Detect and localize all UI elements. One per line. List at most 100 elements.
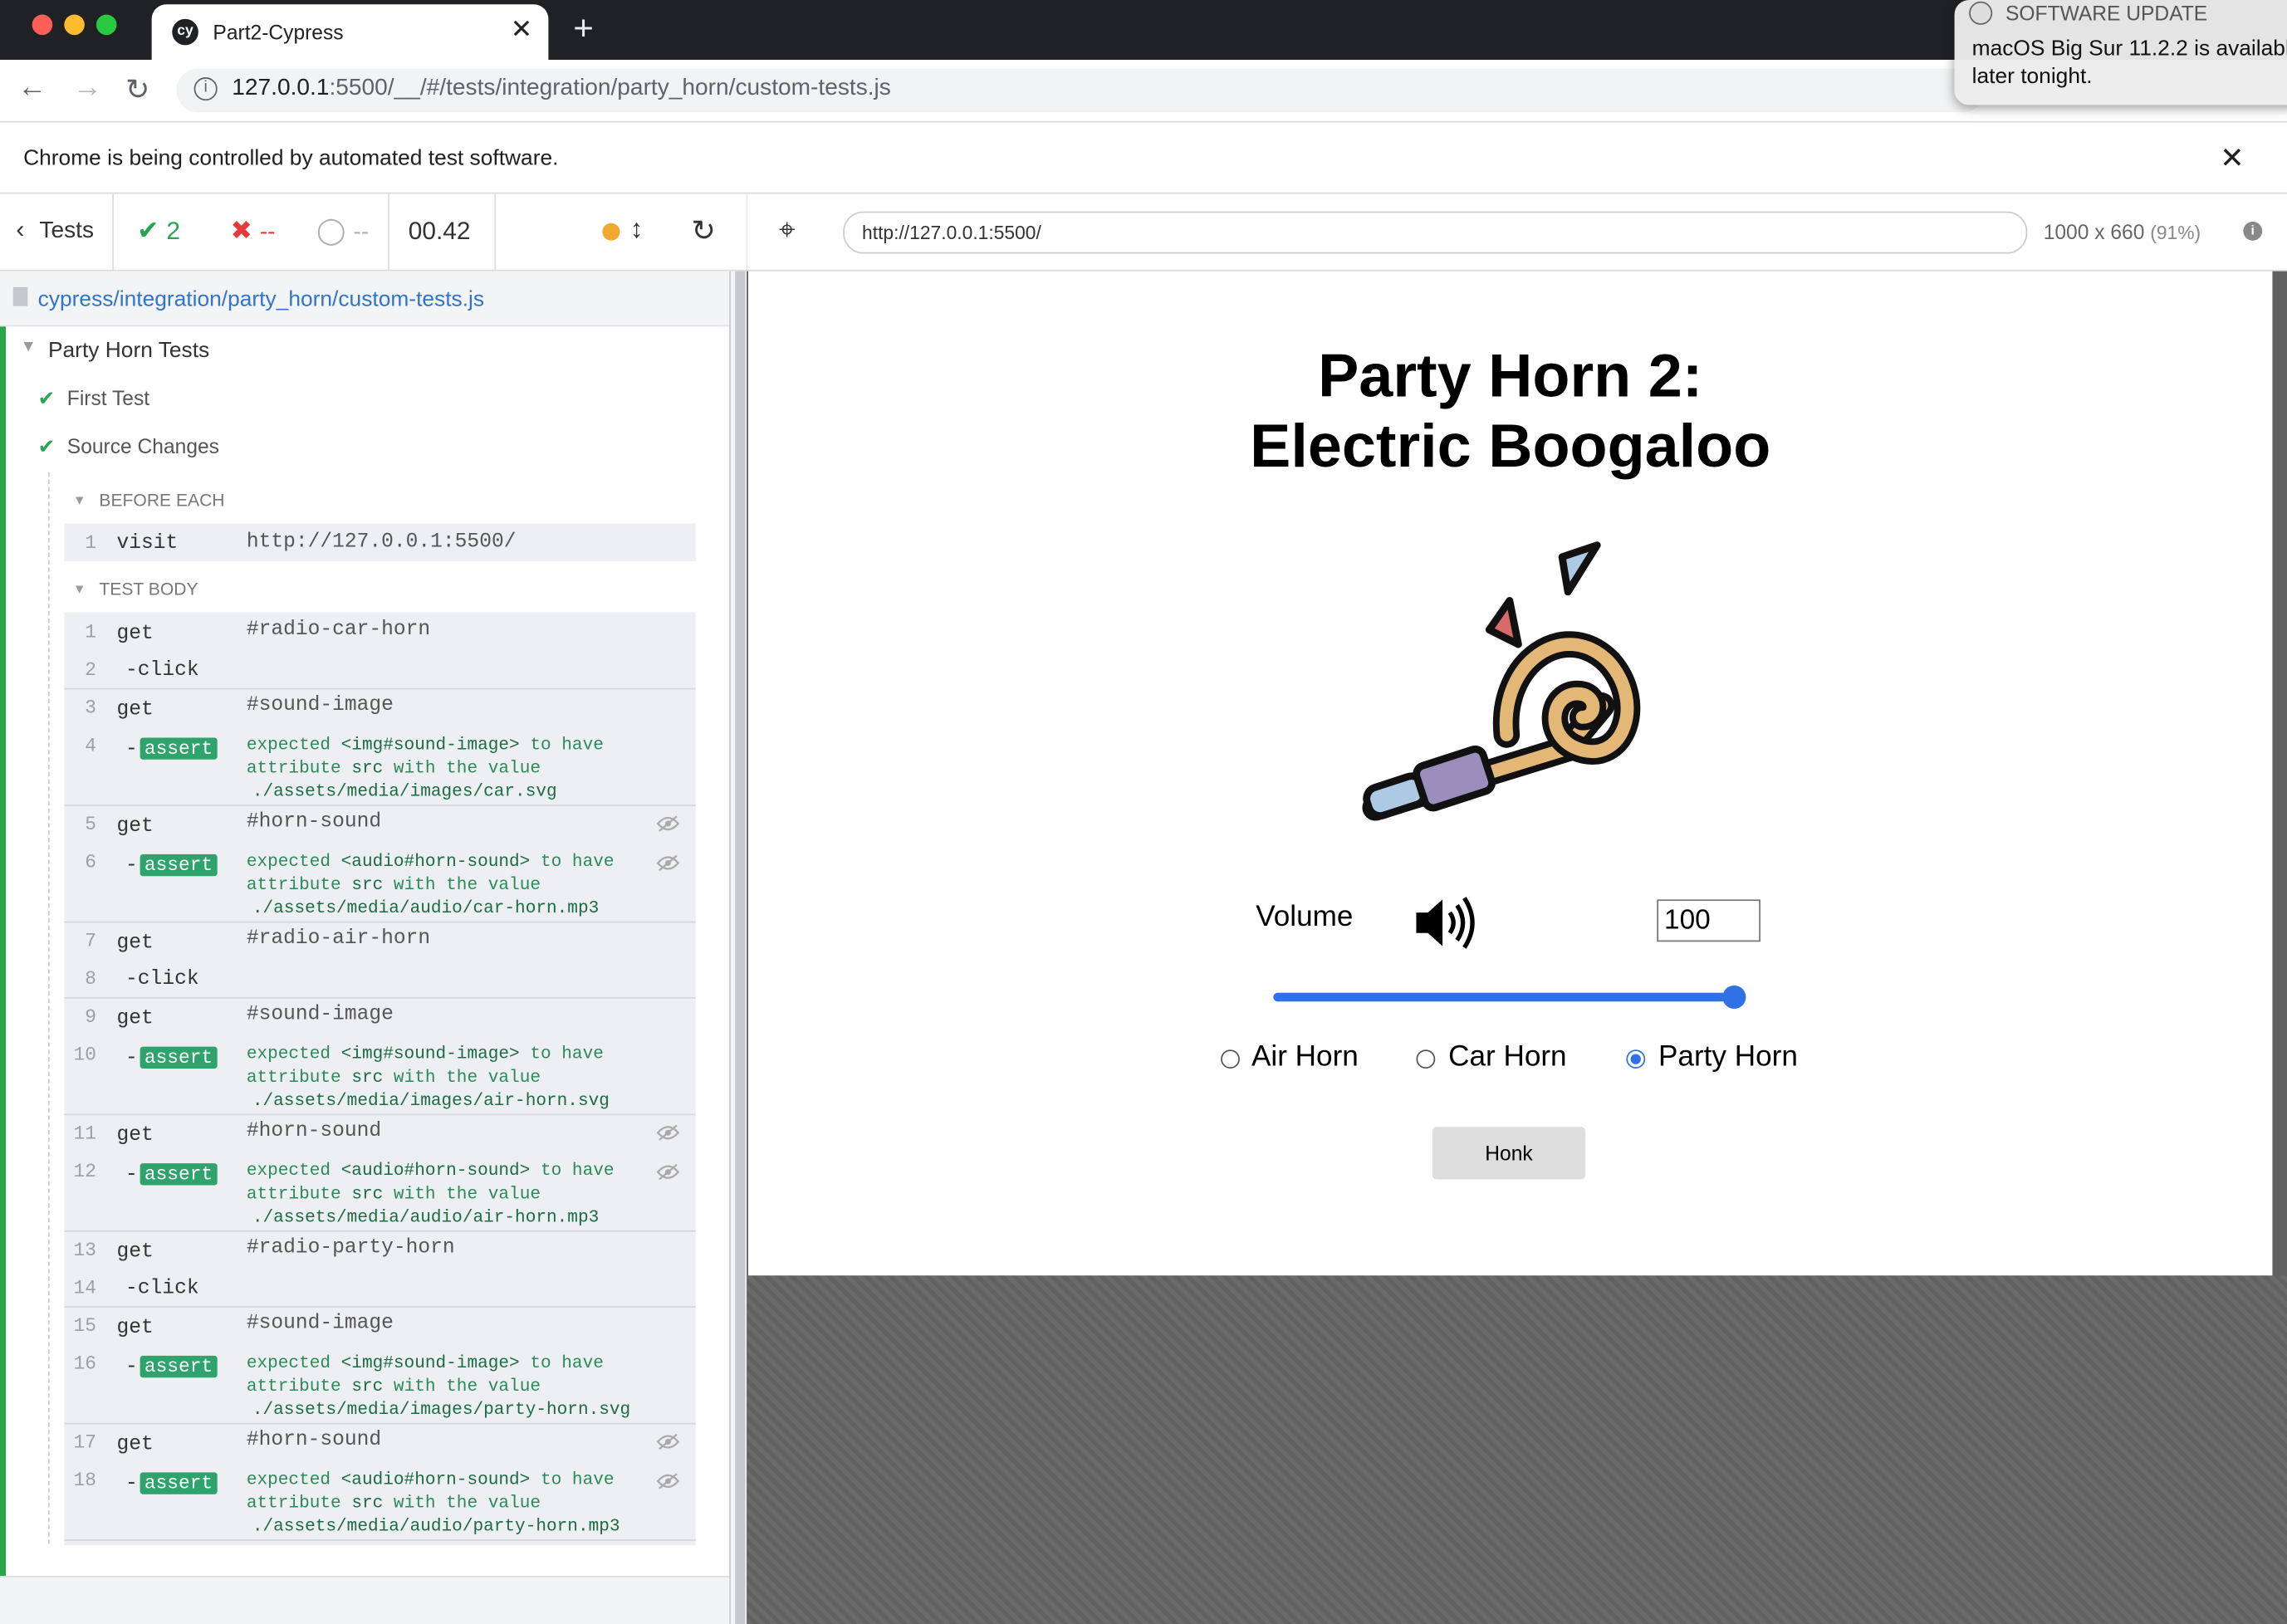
command-row[interactable]: 14 -click xyxy=(64,1269,696,1307)
back-icon[interactable]: ← xyxy=(17,71,47,105)
command-row[interactable]: 15 get #sound-image xyxy=(64,1306,696,1344)
command-row[interactable]: 9 get #sound-image xyxy=(64,997,696,1035)
spec-file-header: cypress/integration/party_horn/custom-te… xyxy=(0,271,730,327)
caret-down-icon[interactable]: ▼ xyxy=(21,338,37,355)
command-number: 12 xyxy=(73,1160,96,1182)
zoom-window-button[interactable] xyxy=(95,14,117,36)
spec-file-link[interactable]: cypress/integration/party_horn/custom-te… xyxy=(38,287,484,312)
auto-scroll-icon[interactable]: ↕ xyxy=(630,214,644,245)
radio-party-horn[interactable] xyxy=(1626,1049,1646,1069)
site-info-icon[interactable]: i xyxy=(193,77,218,101)
assert-value: ./assets/media/images/air-horn.svg xyxy=(252,1090,610,1111)
test-tree-line xyxy=(47,472,50,1544)
assert-badge: assert xyxy=(140,854,218,877)
assert-command-row[interactable]: 12 - assert expected <audio#horn-sound> to … xyxy=(64,1152,696,1230)
command-number: 6 xyxy=(85,851,96,873)
command-row[interactable]: 11 get #horn-sound xyxy=(64,1113,696,1152)
assert-p2: to have xyxy=(540,851,615,872)
tab-close-icon[interactable]: ✕ xyxy=(511,15,533,46)
tab-title: Part2-Cypress xyxy=(213,20,344,44)
command-number: 1 xyxy=(85,531,96,555)
assert-subject: <audio#horn-sound> xyxy=(340,1160,531,1181)
command-name: get xyxy=(116,1240,154,1264)
assert-prefix: expected xyxy=(246,734,331,756)
notification-body: macOS Big Sur 11.2.2 is availabl later t… xyxy=(1972,35,2287,90)
test-pass-icon: ✔ xyxy=(37,434,56,458)
assert-prefix: expected xyxy=(246,1044,331,1064)
command-row[interactable]: 2 -click xyxy=(64,650,696,688)
close-window-button[interactable] xyxy=(32,14,53,36)
command-name: -click xyxy=(125,967,199,991)
command-row[interactable]: 7 get #radio-air-horn xyxy=(64,922,696,960)
tests-nav-label: Tests xyxy=(39,218,95,244)
aut-url-bar[interactable]: http://127.0.0.1:5500/ xyxy=(843,211,2028,254)
test-pass-icon: ✔ xyxy=(37,386,56,410)
assert-p3: attribute xyxy=(246,1067,341,1088)
infobar-close-icon[interactable]: ✕ xyxy=(2220,140,2244,177)
suite-title[interactable]: Party Horn Tests xyxy=(48,338,209,363)
reload-icon[interactable]: ↻ xyxy=(125,71,149,108)
volume-high-icon xyxy=(1416,897,1475,949)
command-number: 17 xyxy=(73,1431,96,1454)
command-name: get xyxy=(116,1432,154,1457)
volume-label: Volume xyxy=(1256,901,1354,933)
resizer-grip[interactable] xyxy=(735,271,746,1624)
command-number: 4 xyxy=(85,734,96,757)
tests-nav-button[interactable]: ‹ Tests xyxy=(0,193,114,271)
command-row[interactable]: 13 get #radio-party-horn xyxy=(64,1230,696,1269)
command-number: 18 xyxy=(73,1469,96,1492)
command-number: 3 xyxy=(85,697,96,719)
command-row[interactable]: 17 get #horn-sound xyxy=(64,1423,696,1461)
forward-icon[interactable]: → xyxy=(73,71,102,105)
command-row[interactable]: 1 get #radio-car-horn xyxy=(64,612,696,650)
volume-number-input[interactable] xyxy=(1657,899,1761,942)
assert-p3: attribute xyxy=(246,1183,341,1205)
assert-command-row[interactable]: 4 - assert expected <img#sound-image> to ha… xyxy=(64,726,696,805)
browser-tab[interactable]: cy Part2-Cypress ✕ xyxy=(151,4,549,60)
assert-prefix: expected xyxy=(246,1353,331,1373)
pending-stat: ◯ -- xyxy=(316,216,369,247)
minimize-window-button[interactable] xyxy=(64,14,85,36)
test-first[interactable]: First Test xyxy=(67,386,149,409)
assert-command-row[interactable]: 10 - assert expected <img#sound-image> to h… xyxy=(64,1035,696,1114)
url-path: :5500/__/#/tests/integration/party_horn/… xyxy=(329,76,891,101)
address-bar[interactable]: i 127.0.0.1:5500/__/#/tests/integration/… xyxy=(176,68,1986,113)
test-body-label[interactable]: TEST BODY xyxy=(99,579,198,599)
info-circle-icon[interactable]: i xyxy=(2243,221,2263,241)
honk-button[interactable]: Honk xyxy=(1432,1127,1586,1180)
caret-down-icon[interactable]: ▼ xyxy=(73,582,86,597)
window-titlebar: cy Part2-Cypress ✕ + xyxy=(0,0,2287,60)
volume-slider-thumb[interactable] xyxy=(1722,985,1746,1010)
caret-down-icon[interactable]: ▼ xyxy=(73,492,86,507)
address-url: 127.0.0.1:5500/__/#/tests/integration/pa… xyxy=(232,76,891,102)
command-number: 9 xyxy=(85,1005,96,1028)
assert-command-row[interactable]: 6 - assert expected <audio#horn-sound> to h… xyxy=(64,843,696,922)
radio-car-horn[interactable] xyxy=(1416,1049,1436,1069)
rerun-icon[interactable]: ↻ xyxy=(692,213,716,249)
assert-value: ./assets/media/audio/car-horn.mp3 xyxy=(252,898,600,919)
assert-p2: to have xyxy=(530,1044,604,1064)
assert-attr: src xyxy=(351,1183,384,1205)
command-row[interactable]: 5 get #horn-sound xyxy=(64,805,696,843)
command-separator xyxy=(64,1539,696,1541)
command-row[interactable]: 3 get #sound-image xyxy=(64,688,696,726)
command-number: 11 xyxy=(73,1122,96,1145)
test-source-changes[interactable]: Source Changes xyxy=(67,434,219,457)
software-update-notification[interactable]: SOFTWARE UPDATE macOS Big Sur 11.2.2 is … xyxy=(1954,0,2287,105)
new-tab-icon[interactable]: + xyxy=(573,9,594,50)
selector-playground-icon[interactable]: ⌖ xyxy=(779,214,796,247)
command-name: get xyxy=(116,931,154,956)
assert-value: ./assets/media/audio/party-horn.mp3 xyxy=(252,1516,620,1537)
volume-slider[interactable] xyxy=(1273,985,1746,1010)
command-row[interactable]: 1 visit http://127.0.0.1:5500/ xyxy=(64,523,696,561)
assert-message: expected <img#sound-image> to have attrib… xyxy=(247,1352,669,1421)
command-message: #radio-car-horn xyxy=(246,618,431,642)
radio-air-horn[interactable] xyxy=(1221,1049,1240,1069)
reporter-resizer[interactable] xyxy=(729,271,747,1624)
assert-command-row[interactable]: 18 - assert expected <audio#horn-sound> to … xyxy=(64,1460,696,1539)
assert-command-row[interactable]: 16 - assert expected <img#sound-image> to h… xyxy=(64,1344,696,1423)
command-row[interactable]: 8 -click xyxy=(64,959,696,997)
assert-subject: <audio#horn-sound> xyxy=(340,1469,531,1490)
command-message: #horn-sound xyxy=(246,810,382,834)
before-each-label[interactable]: BEFORE EACH xyxy=(99,490,224,511)
